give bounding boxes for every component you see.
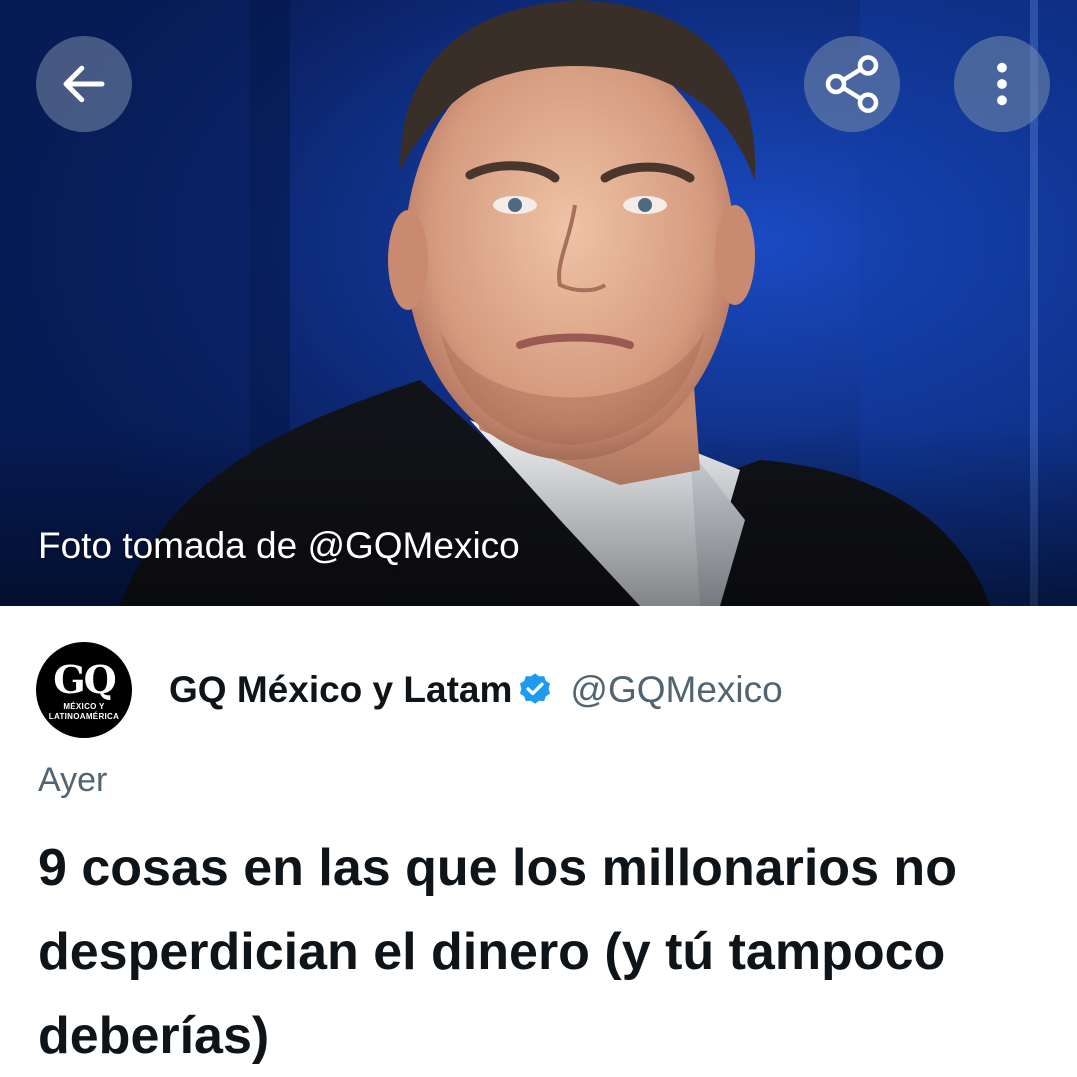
article-page: Foto tomada de @GQMexico GQ MÉXICO Y LAT… — [0, 0, 1077, 1077]
back-button[interactable] — [36, 36, 132, 132]
post-headline[interactable]: 9 cosas en las que los millonarios no de… — [38, 826, 1048, 1077]
hero-image[interactable]: Foto tomada de @GQMexico — [0, 0, 1077, 606]
verified-badge-icon — [520, 673, 551, 704]
author-name[interactable]: GQ México y Latam — [169, 669, 512, 711]
more-options-button[interactable] — [954, 36, 1050, 132]
share-icon — [825, 55, 879, 113]
avatar-sub-line2: LATINOAMÉRICA — [48, 712, 120, 721]
arrow-left-icon — [63, 65, 105, 103]
avatar[interactable]: GQ MÉXICO Y LATINOAMÉRICA — [36, 642, 132, 738]
share-button[interactable] — [804, 36, 900, 132]
photo-caption: Foto tomada de @GQMexico — [38, 525, 520, 566]
more-vertical-icon — [997, 62, 1007, 106]
avatar-sub-line1: MÉXICO Y — [63, 702, 105, 711]
post-timestamp: Ayer — [38, 761, 108, 799]
author-row[interactable]: GQ MÉXICO Y LATINOAMÉRICA GQ México y La… — [36, 642, 783, 738]
author-handle[interactable]: @GQMexico — [570, 669, 782, 711]
hero-photo — [0, 0, 1077, 606]
avatar-logo: GQ — [53, 657, 117, 702]
